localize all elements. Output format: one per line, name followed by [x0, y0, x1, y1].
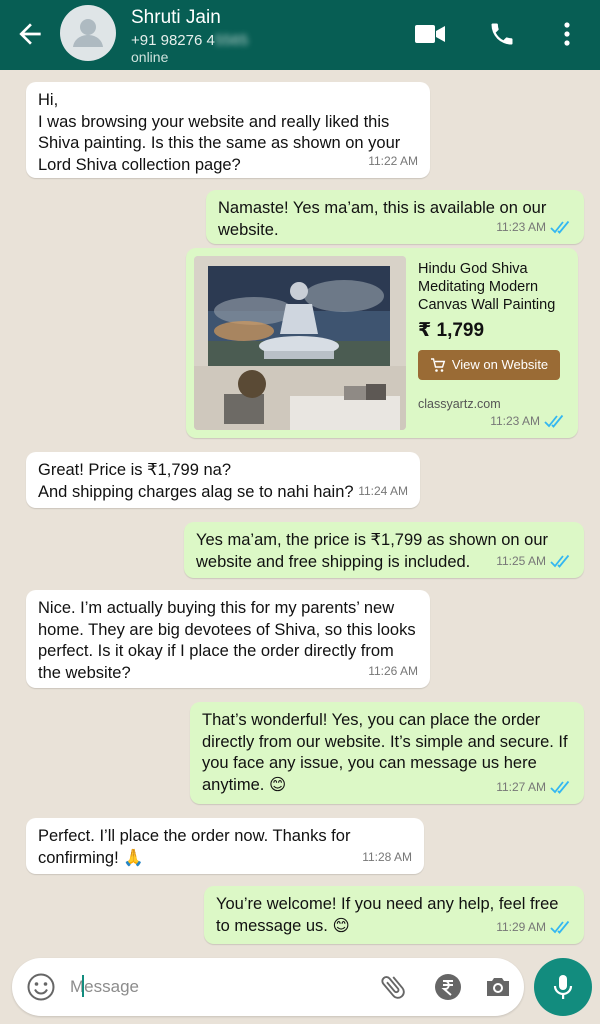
message-composer	[12, 958, 524, 1016]
shiva-painting-image	[194, 256, 406, 430]
emoji-icon[interactable]	[26, 972, 56, 1002]
double-tick-icon	[544, 415, 564, 429]
more-vert-icon[interactable]	[552, 20, 582, 48]
view-on-website-label: View on Website	[451, 357, 549, 373]
mic-icon	[553, 975, 573, 999]
message-text: Perfect. I’ll place the order now. Thank…	[38, 827, 351, 867]
phone-visible: +91 98276 4	[131, 32, 215, 49]
phone-icon[interactable]	[486, 20, 518, 48]
message-time: 11:26 AM	[368, 663, 418, 678]
text-caret	[82, 975, 84, 997]
message-time: 11:23 AM	[490, 411, 566, 433]
double-tick-icon	[550, 781, 570, 795]
product-title: Hindu God Shiva Meditating Modern Canvas…	[418, 261, 556, 313]
rupee-icon[interactable]	[433, 972, 463, 1002]
message-in[interactable]: Hi, I was browsing your website and real…	[26, 82, 430, 178]
message-in[interactable]: Nice. I’m actually buying this for my pa…	[26, 590, 430, 688]
message-time: 11:25 AM	[496, 551, 572, 573]
message-in[interactable]: Great! Price is ₹1,799 na? And shipping …	[26, 452, 420, 508]
attach-icon[interactable]	[378, 972, 408, 1002]
product-card-message[interactable]: Hindu God Shiva Meditating Modern Canvas…	[186, 248, 578, 438]
chat-header: Shruti Jain +91 98276 45565 online	[0, 0, 600, 70]
message-text: Hi, I was browsing your website and real…	[38, 91, 401, 174]
message-text: Great! Price is ₹1,799 na? And shipping …	[38, 461, 354, 501]
cart-icon	[430, 357, 446, 372]
chat-area[interactable]: Hi, I was browsing your website and real…	[0, 70, 600, 954]
video-call-icon[interactable]	[414, 20, 446, 48]
message-time: 11:24 AM	[358, 483, 408, 498]
phone-blurred: 5565	[214, 32, 249, 49]
contact-name[interactable]: Shruti Jain	[131, 7, 221, 29]
back-arrow-icon[interactable]	[14, 18, 46, 50]
mic-button[interactable]	[534, 958, 592, 1016]
avatar-icon	[73, 19, 103, 47]
message-time: 11:28 AM	[362, 849, 412, 864]
double-tick-icon	[550, 921, 570, 935]
message-out[interactable]: That’s wonderful! Yes, you can place the…	[190, 702, 584, 804]
message-out[interactable]: Namaste! Yes ma’am, this is available on…	[206, 190, 584, 244]
message-time: 11:23 AM	[496, 217, 572, 239]
message-time: 11:29 AM	[496, 917, 572, 939]
product-domain: classyartz.com	[418, 397, 501, 411]
avatar[interactable]	[60, 5, 116, 61]
double-tick-icon	[550, 221, 570, 235]
message-time: 11:22 AM	[368, 153, 418, 168]
message-in[interactable]: Perfect. I’ll place the order now. Thank…	[26, 818, 424, 874]
message-out[interactable]: You’re welcome! If you need any help, fe…	[204, 886, 584, 944]
double-tick-icon	[550, 555, 570, 569]
contact-phone: +91 98276 45565	[131, 32, 248, 49]
message-input[interactable]	[70, 972, 360, 1002]
camera-icon[interactable]	[483, 972, 513, 1002]
message-text: Nice. I’m actually buying this for my pa…	[38, 599, 416, 682]
contact-status: online	[131, 49, 169, 65]
view-on-website-button[interactable]: View on Website	[418, 350, 560, 380]
message-time: 11:27 AM	[496, 777, 572, 799]
product-image[interactable]	[194, 256, 406, 430]
product-price: ₹ 1,799	[418, 320, 485, 341]
message-out[interactable]: Yes ma’am, the price is ₹1,799 as shown …	[184, 522, 584, 578]
